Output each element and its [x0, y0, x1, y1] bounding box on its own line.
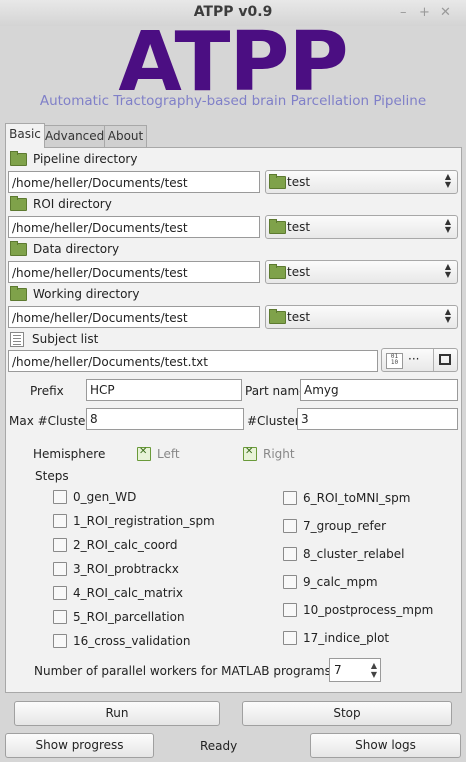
show-logs-button[interactable]: Show logs: [310, 733, 461, 758]
updown-arrow-icon: ▲ ▼: [444, 262, 451, 279]
pipeline-dir-input[interactable]: /home/heller/Documents/test: [8, 171, 260, 193]
pipeline-dir-label: Pipeline directory: [10, 150, 138, 167]
app-subtitle: Automatic Tractography-based brain Parce…: [39, 93, 427, 109]
hemisphere-right-label: Right: [263, 447, 295, 461]
part-name-input[interactable]: Amyg: [300, 379, 458, 401]
step-label: 16_cross_validation: [73, 634, 191, 648]
subject-browse-group: 01 10 ···: [381, 348, 458, 372]
clusters-input[interactable]: 3: [297, 408, 458, 430]
hemisphere-left-label: Left: [157, 447, 180, 461]
binary-file-icon[interactable]: 01 10: [386, 353, 403, 369]
step-label: 4_ROI_calc_matrix: [73, 586, 183, 600]
data-dir-input[interactable]: /home/heller/Documents/test: [8, 261, 260, 283]
step-checkbox[interactable]: [283, 575, 297, 589]
step-label: 5_ROI_parcellation: [73, 610, 185, 624]
prefix-label: Prefix: [30, 384, 64, 398]
step-label: 6_ROI_toMNI_spm: [303, 491, 411, 505]
folder-icon: [10, 240, 27, 256]
step-checkbox[interactable]: [53, 610, 67, 624]
roi-dir-text: ROI directory: [33, 197, 112, 211]
step-checkbox[interactable]: [283, 491, 297, 505]
step-label: 3_ROI_probtrackx: [73, 562, 179, 576]
tab-basic[interactable]: Basic: [5, 123, 45, 148]
step-label: 1_ROI_registration_spm: [73, 514, 215, 528]
step-checkbox[interactable]: [283, 519, 297, 533]
open-folder-icon[interactable]: [439, 354, 451, 365]
data-dir-combo-text: test: [287, 265, 311, 279]
step-checkbox[interactable]: [53, 634, 67, 648]
step-checkbox[interactable]: [283, 547, 297, 561]
step-label: 17_indice_plot: [303, 631, 390, 645]
working-dir-label: Working directory: [10, 285, 140, 302]
maximize-icon[interactable]: +: [419, 5, 430, 20]
step-checkbox[interactable]: [53, 586, 67, 600]
prefix-input[interactable]: HCP: [86, 379, 242, 401]
tab-about[interactable]: About: [104, 125, 147, 148]
step-label: 10_postprocess_mpm: [303, 603, 434, 617]
roi-dir-input[interactable]: /home/heller/Documents/test: [8, 216, 260, 238]
workers-spinbox[interactable]: 7 ▲ ▼: [329, 658, 381, 682]
part-name-label: Part name: [245, 384, 307, 398]
updown-arrow-icon: ▲ ▼: [444, 217, 451, 234]
app-logo: ATPP: [118, 15, 348, 110]
step-checkbox[interactable]: [53, 538, 67, 552]
hemisphere-label: Hemisphere: [33, 447, 106, 461]
minimize-icon[interactable]: –: [400, 5, 407, 20]
list-icon: [10, 331, 24, 347]
show-progress-button[interactable]: Show progress: [5, 733, 154, 758]
step-checkbox[interactable]: [283, 603, 297, 617]
step-label: 8_cluster_relabel: [303, 547, 405, 561]
step-checkbox[interactable]: [53, 490, 67, 504]
run-button[interactable]: Run: [14, 701, 220, 726]
hemisphere-left-checkbox[interactable]: [137, 446, 151, 461]
button-separator: [433, 349, 434, 371]
step-label: 9_calc_mpm: [303, 575, 378, 589]
browse-dots-button[interactable]: ···: [408, 352, 419, 366]
working-dir-combo-text: test: [287, 310, 311, 324]
folder-icon: [10, 195, 27, 211]
status-text: Ready: [200, 739, 238, 753]
working-dir-input[interactable]: /home/heller/Documents/test: [8, 306, 260, 328]
data-dir-combo[interactable]: test ▲ ▼: [265, 260, 458, 284]
spin-arrows-icon[interactable]: ▲ ▼: [371, 661, 377, 679]
stop-button[interactable]: Stop: [242, 701, 452, 726]
tab-advanced[interactable]: Advanced: [44, 125, 105, 148]
folder-icon: [269, 219, 286, 234]
working-dir-combo[interactable]: test ▲ ▼: [265, 305, 458, 329]
folder-icon: [269, 174, 286, 189]
workers-value: 7: [334, 663, 342, 677]
step-checkbox[interactable]: [283, 631, 297, 645]
hemisphere-right-checkbox[interactable]: [243, 446, 257, 461]
step-checkbox[interactable]: [53, 514, 67, 528]
subject-list-input[interactable]: /home/heller/Documents/test.txt: [8, 350, 378, 372]
step-label: 0_gen_WD: [73, 490, 137, 504]
subject-list-text: Subject list: [32, 332, 99, 346]
data-dir-label: Data directory: [10, 240, 120, 257]
roi-dir-label: ROI directory: [10, 195, 112, 212]
pipeline-dir-combo[interactable]: test ▲ ▼: [265, 170, 458, 194]
close-icon[interactable]: ✕: [440, 5, 451, 20]
pipeline-dir-text: Pipeline directory: [33, 152, 138, 166]
max-clusters-label: Max #Clusters: [9, 414, 97, 428]
workers-label: Number of parallel workers for MATLAB pr…: [34, 664, 331, 678]
data-dir-text: Data directory: [33, 242, 120, 256]
step-label: 7_group_refer: [303, 519, 387, 533]
updown-arrow-icon: ▲ ▼: [444, 307, 451, 324]
folder-icon: [10, 150, 27, 166]
roi-dir-combo-text: test: [287, 220, 311, 234]
working-dir-text: Working directory: [33, 287, 140, 301]
steps-label: Steps: [35, 469, 69, 483]
pipeline-dir-combo-text: test: [287, 175, 311, 189]
step-label: 2_ROI_calc_coord: [73, 538, 178, 552]
roi-dir-combo[interactable]: test ▲ ▼: [265, 215, 458, 239]
folder-icon: [269, 264, 286, 279]
max-clusters-input[interactable]: 8: [86, 408, 244, 430]
updown-arrow-icon: ▲ ▼: [444, 172, 451, 189]
subject-list-label: Subject list: [10, 331, 98, 347]
folder-icon: [269, 309, 286, 324]
step-checkbox[interactable]: [53, 562, 67, 576]
folder-icon: [10, 285, 27, 301]
